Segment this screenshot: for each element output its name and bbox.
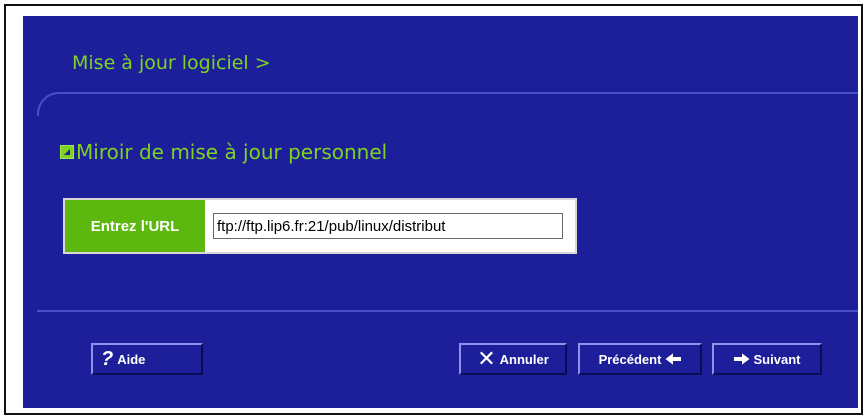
url-row: Entrez l'URL xyxy=(63,198,577,254)
footer-divider xyxy=(37,310,858,312)
cancel-button[interactable]: ✕ Annuler xyxy=(459,343,567,375)
section-title-text: Miroir de mise à jour personnel xyxy=(76,140,388,164)
arrow-right-icon xyxy=(733,353,750,365)
help-button-label: Aide xyxy=(117,351,146,367)
x-icon: ✕ xyxy=(477,346,496,371)
question-mark-icon: ? xyxy=(101,348,114,370)
arrow-left-icon xyxy=(665,353,682,365)
previous-button[interactable]: Précédent xyxy=(578,343,702,375)
breadcrumb: Mise à jour logiciel > xyxy=(72,52,271,74)
header-divider xyxy=(37,92,858,116)
help-button[interactable]: ? Aide xyxy=(91,343,203,375)
section-bullet-icon xyxy=(60,145,74,159)
next-button-label: Suivant xyxy=(753,351,801,367)
url-input[interactable] xyxy=(213,213,563,239)
cancel-button-label: Annuler xyxy=(499,351,549,367)
wizard-panel: Mise à jour logiciel > Miroir de mise à … xyxy=(23,16,858,408)
section-title: Miroir de mise à jour personnel xyxy=(60,140,387,164)
next-button[interactable]: Suivant xyxy=(712,343,822,375)
url-label: Entrez l'URL xyxy=(65,200,205,252)
previous-button-label: Précédent xyxy=(598,351,662,367)
